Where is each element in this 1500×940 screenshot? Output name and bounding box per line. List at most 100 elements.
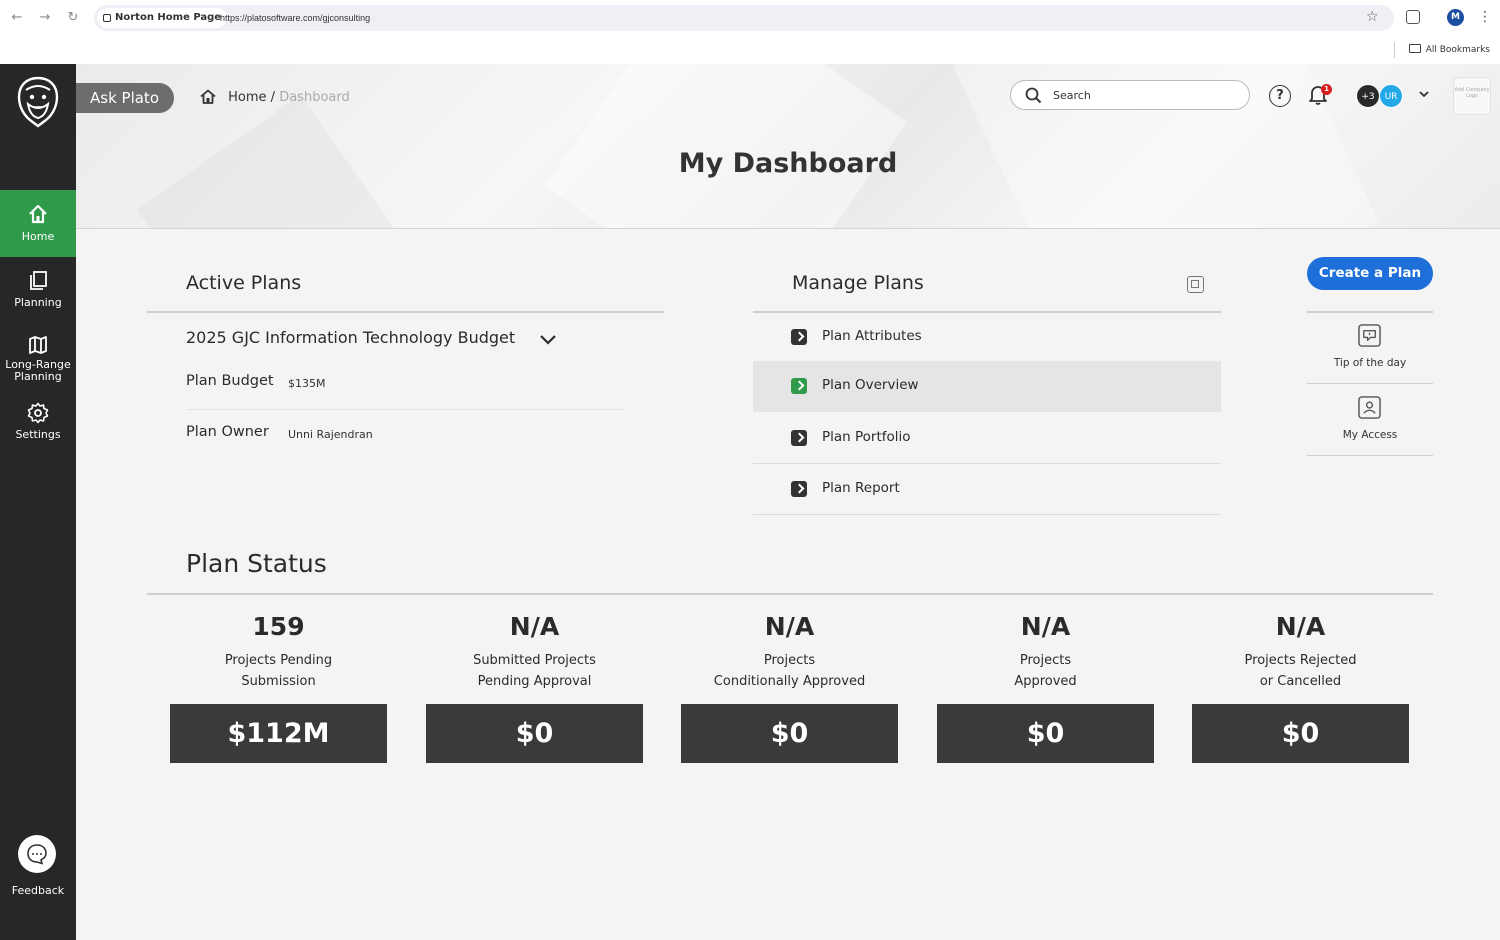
plan-budget-value: $135M — [288, 377, 326, 390]
plan-selector[interactable]: 2025 GJC Information Technology Budget — [186, 328, 515, 347]
manage-plan-attributes[interactable]: Plan Attributes — [753, 312, 1221, 363]
divider — [186, 409, 624, 410]
feedback-button[interactable] — [18, 835, 56, 873]
my-access-card[interactable]: My Access — [1307, 384, 1433, 456]
tab-chip[interactable]: Norton Home Page — [97, 8, 228, 28]
page-title: My Dashboard — [678, 148, 898, 179]
profile-avatar[interactable]: M — [1447, 9, 1464, 26]
home-icon — [29, 204, 47, 224]
all-bookmarks-label: All Bookmarks — [1425, 45, 1490, 55]
status-count: N/A — [1275, 612, 1326, 641]
status-approved: N/A Projects Approved — [937, 610, 1154, 692]
status-count: 159 — [252, 612, 305, 641]
all-bookmarks[interactable]: All Bookmarks — [1408, 43, 1490, 57]
status-amount[interactable]: $112M — [170, 704, 387, 763]
plan-budget-label: Plan Budget — [186, 373, 274, 389]
sidebar-item-label: Settings — [15, 428, 61, 441]
page-icon — [103, 14, 111, 22]
plato-logo-icon[interactable] — [16, 76, 60, 128]
create-plan-button[interactable]: Create a Plan — [1307, 257, 1433, 290]
manage-plan-portfolio[interactable]: Plan Portfolio — [753, 413, 1221, 464]
bookmark-star-icon[interactable]: ☆ — [1366, 8, 1379, 26]
company-logo-placeholder[interactable]: Add Company Logo — [1453, 77, 1491, 115]
breadcrumb-home[interactable]: Home — [228, 90, 266, 105]
planning-icon — [30, 271, 47, 290]
breadcrumb: Home / Dashboard — [200, 88, 350, 108]
header-facet — [544, 64, 908, 228]
folder-icon — [1408, 44, 1421, 53]
divider — [753, 514, 1221, 515]
manage-plan-overview[interactable]: Plan Overview — [753, 361, 1221, 412]
status-label-line: Submitted Projects — [473, 653, 596, 668]
active-plans-title: Active Plans — [186, 272, 302, 294]
sidebar-item-home[interactable]: Home — [0, 190, 76, 257]
status-label-line: Projects Rejected — [1244, 653, 1357, 668]
status-count: N/A — [1020, 612, 1071, 641]
status-label: Projects Approved — [937, 650, 1154, 692]
manage-plan-label: Plan Overview — [822, 377, 919, 393]
map-icon — [29, 336, 47, 354]
address-bar[interactable]: Norton Home Page https://platosoftware.c… — [94, 5, 1394, 31]
status-amount[interactable]: $0 — [1192, 704, 1409, 763]
status-label-line: Projects — [763, 653, 816, 668]
sidebar-item-long-range-planning[interactable]: Long-Range Planning — [0, 332, 76, 387]
forward-arrow-icon[interactable]: → — [36, 9, 54, 27]
status-label-line: Projects Pending — [224, 653, 333, 668]
home-icon[interactable] — [200, 89, 216, 104]
status-label: Projects Pending Submission — [170, 650, 387, 692]
manage-plan-label: Plan Portfolio — [822, 429, 911, 445]
sidebar-item-label: Planning — [14, 296, 62, 309]
sidebar-item-planning[interactable]: Planning — [0, 264, 76, 319]
back-arrow-icon[interactable]: ← — [8, 9, 26, 27]
my-access-label: My Access — [1342, 429, 1398, 441]
user-icon — [1358, 396, 1381, 419]
browser-toolbar: ← → ↻ Norton Home Page https://platosoft… — [0, 0, 1500, 36]
plan-owner-label: Plan Owner — [186, 424, 269, 440]
status-pending-submission: 159 Projects Pending Submission — [170, 610, 387, 692]
status-count: N/A — [764, 612, 815, 641]
divider — [1307, 454, 1433, 456]
status-rejected-cancelled: N/A Projects Rejected or Cancelled — [1192, 610, 1409, 692]
bookmarks-bar: All Bookmarks — [0, 36, 1500, 64]
url-text[interactable]: https://platosoftware.com/gjconsulting — [220, 5, 370, 31]
manage-plan-label: Plan Report — [822, 480, 900, 496]
search-field[interactable] — [1010, 80, 1250, 110]
browser-menu-icon[interactable]: ⋮ — [1478, 8, 1492, 26]
status-label-line: or Cancelled — [1259, 674, 1342, 689]
search-input[interactable] — [1053, 86, 1233, 104]
status-label-line: Approved — [1014, 674, 1077, 689]
status-amount[interactable]: $0 — [426, 704, 643, 763]
chevron-right-icon — [791, 481, 807, 497]
status-label-line: Conditionally Approved — [713, 674, 866, 689]
dashboard-header: Ask Plato Home / Dashboard ? 1 +3 UR Add… — [76, 64, 1500, 229]
reload-icon[interactable]: ↻ — [64, 9, 82, 27]
tip-bubble-icon — [1358, 324, 1381, 347]
plan-owner-value: Unni Rajendran — [288, 428, 373, 441]
breadcrumb-separator: / — [270, 90, 276, 105]
chevron-down-icon[interactable] — [1418, 88, 1430, 100]
breadcrumb-current: Dashboard — [279, 90, 350, 105]
status-amount[interactable]: $0 — [937, 704, 1154, 763]
notification-badge: 1 — [1321, 84, 1332, 95]
manage-plan-report[interactable]: Plan Report — [753, 464, 1221, 515]
chat-bubble-icon — [27, 844, 47, 865]
chevron-right-icon — [791, 329, 807, 345]
feedback-label: Feedback — [11, 884, 65, 897]
avatar-more-count[interactable]: +3 — [1356, 84, 1380, 108]
manage-plans-title: Manage Plans — [792, 272, 924, 294]
user-avatar[interactable]: UR — [1379, 84, 1403, 108]
status-count: N/A — [509, 612, 560, 641]
status-label-line: Submission — [241, 674, 316, 689]
ask-plato-button[interactable]: Ask Plato — [76, 83, 174, 113]
manage-plan-label: Plan Attributes — [822, 328, 922, 344]
chevron-down-icon[interactable] — [538, 329, 558, 349]
help-icon[interactable]: ? — [1269, 85, 1291, 107]
expand-icon[interactable] — [1187, 276, 1204, 293]
gear-icon — [27, 402, 49, 424]
status-amount[interactable]: $0 — [681, 704, 898, 763]
tip-of-the-day-card[interactable]: Tip of the day — [1307, 312, 1433, 384]
plan-status-title: Plan Status — [186, 549, 327, 578]
sidebar-item-settings[interactable]: Settings — [0, 402, 76, 457]
status-label-line: Pending Approval — [477, 674, 592, 689]
extensions-icon[interactable] — [1406, 10, 1420, 24]
